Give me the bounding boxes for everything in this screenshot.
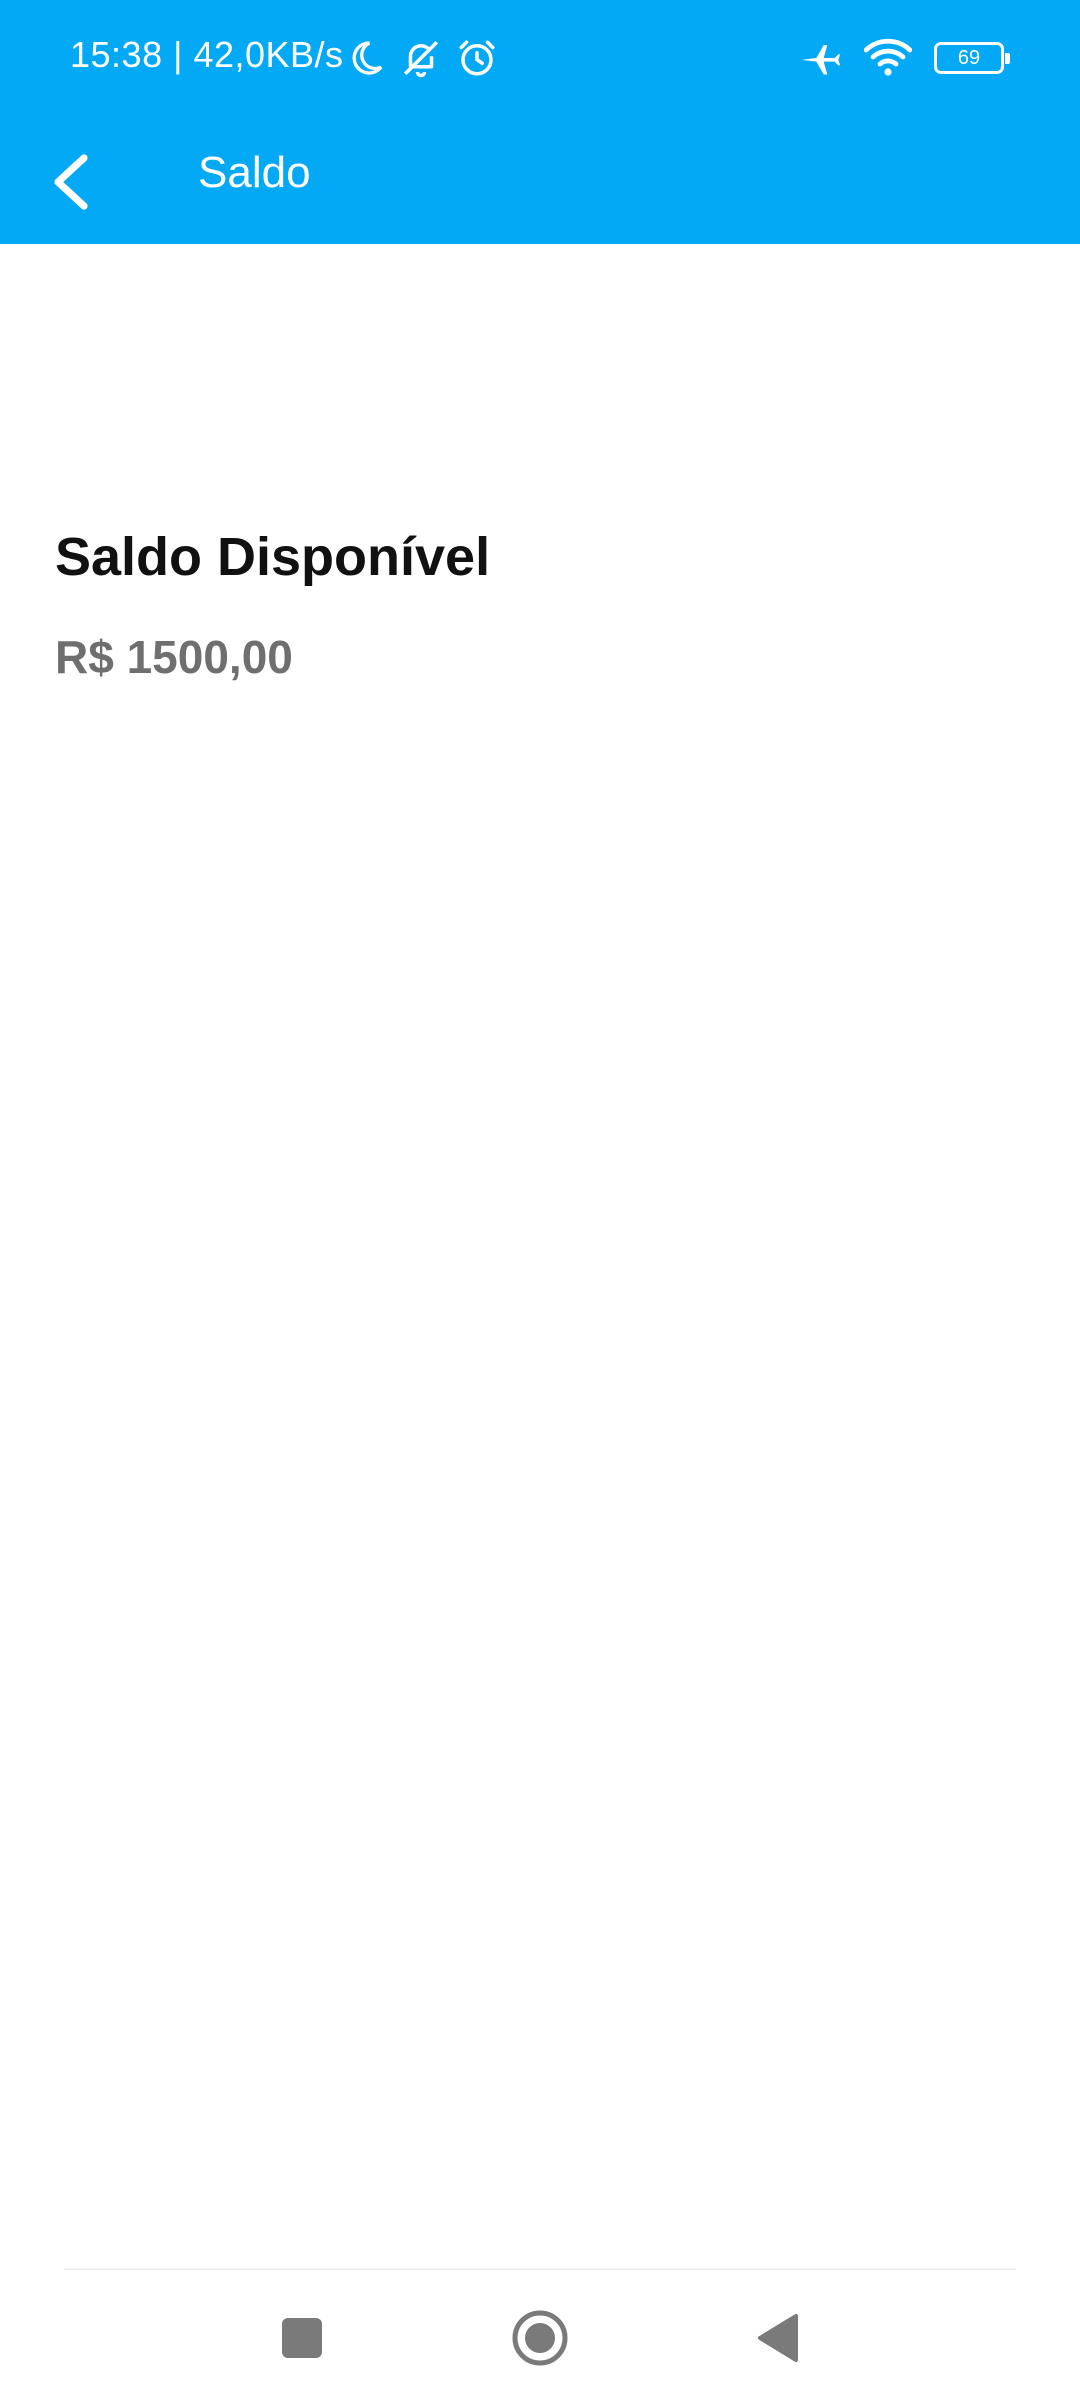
home-icon: [510, 2308, 570, 2368]
page-title: Saldo: [198, 148, 311, 197]
status-bar: 15:38 | 42,0KB/s 69: [0, 0, 1080, 120]
balance-value: R$ 1500,00: [55, 631, 293, 683]
toolbar: Saldo: [0, 120, 1080, 244]
home-button[interactable]: [500, 2298, 580, 2378]
recents-button[interactable]: [262, 2298, 342, 2378]
recents-icon: [280, 2316, 324, 2360]
nav-back-button[interactable]: [738, 2298, 818, 2378]
balance-screen: 15:38 | 42,0KB/s 69 Saldo Saldo Disponív…: [0, 0, 1080, 2400]
app-bar: 15:38 | 42,0KB/s 69 Saldo: [0, 0, 1080, 244]
back-button[interactable]: [30, 142, 110, 222]
battery-icon: 69: [934, 42, 1010, 74]
back-triangle-icon: [754, 2312, 802, 2364]
moon-icon: [346, 38, 386, 78]
alarm-icon: [456, 37, 498, 79]
wifi-icon: [864, 36, 912, 80]
system-nav-bar: [0, 2270, 1080, 2400]
chevron-left-icon: [48, 152, 92, 212]
airplane-icon: [798, 36, 842, 80]
status-time-and-speed: 15:38 | 42,0KB/s: [70, 34, 344, 75]
bell-off-icon: [400, 37, 442, 79]
status-right-icons: 69: [798, 34, 1010, 82]
battery-level: 69: [957, 47, 981, 69]
balance-label: Saldo Disponível: [55, 527, 491, 587]
status-left-icons: [346, 34, 498, 82]
